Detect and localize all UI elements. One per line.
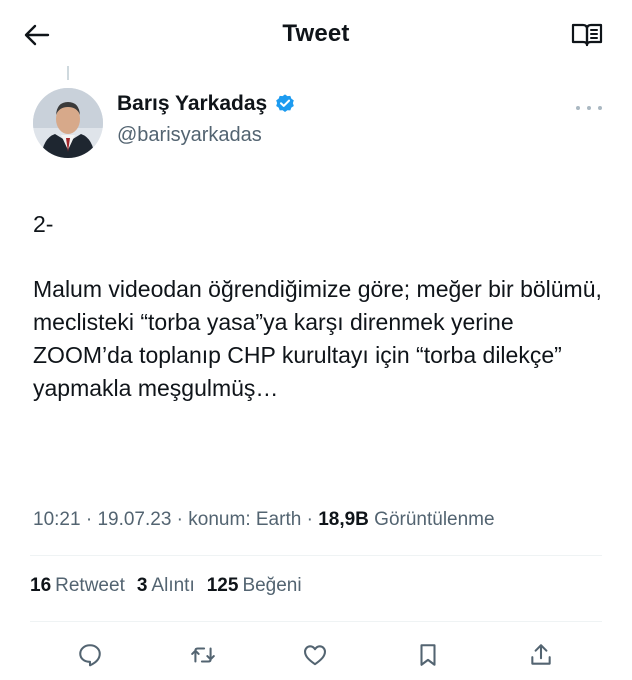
author-handle[interactable]: @barisyarkadas (117, 124, 296, 147)
tweet-paragraph: Malum videodan öğrendiğimize göre; meğer… (33, 276, 602, 401)
more-options-button[interactable] (576, 102, 602, 114)
retweets-count: 16 (30, 575, 52, 596)
top-bar: Tweet (0, 0, 632, 72)
views-count: 18,9B (318, 509, 369, 530)
likes-count: 125 (206, 575, 239, 596)
engagement-stats: 16 Retweet 3 Alıntı 125 Beğeni (30, 575, 302, 597)
book-open-icon (571, 23, 603, 47)
retweet-button[interactable] (186, 638, 220, 672)
author-name[interactable]: Barış Yarkadaş (117, 92, 267, 116)
tweet-text: 2- Malum videodan öğrendiğimize göre; me… (33, 208, 603, 405)
share-button[interactable] (524, 638, 558, 672)
reply-button[interactable] (73, 638, 107, 672)
divider (30, 621, 602, 622)
tweet-author: Barış Yarkadaş @barisyarkadas (117, 92, 296, 147)
quotes-stat[interactable]: 3 Alıntı (137, 575, 195, 597)
divider (30, 555, 602, 556)
likes-label: Beğeni (242, 575, 302, 596)
author-name-row: Barış Yarkadaş (117, 92, 296, 116)
bookmark-button[interactable] (411, 638, 445, 672)
retweets-stat[interactable]: 16 Retweet (30, 575, 125, 597)
like-button[interactable] (298, 638, 332, 672)
retweet-icon (191, 647, 215, 663)
more-dot-icon (598, 106, 602, 110)
tweet-date[interactable]: 19.07.23 (97, 509, 171, 530)
quotes-count: 3 (136, 575, 148, 596)
likes-stat[interactable]: 125 Beğeni (207, 575, 302, 597)
page-title: Tweet (282, 20, 350, 47)
bookmark-icon (420, 644, 436, 666)
retweets-label: Retweet (55, 575, 125, 596)
action-bar (0, 634, 632, 672)
tweet-time[interactable]: 10:21 (33, 509, 81, 530)
tweet-meta: 10:21 · 19.07.23 · konum: Earth · 18,9B … (33, 509, 495, 531)
verified-badge-icon (276, 94, 295, 112)
share-icon (531, 644, 551, 665)
profile-photo (33, 88, 103, 158)
more-dot-icon (576, 106, 580, 110)
meta-separator: · (80, 509, 98, 530)
meta-separator: · (171, 509, 189, 530)
avatar[interactable] (33, 88, 103, 158)
tweet-paragraph: 2- (33, 211, 54, 237)
quotes-label: Alıntı (151, 575, 195, 596)
tweet-location: konum: Earth (188, 509, 302, 530)
reader-mode-button[interactable] (570, 20, 604, 50)
views-label: Görüntülenme (374, 509, 495, 530)
more-dot-icon (587, 106, 591, 110)
reply-icon (79, 644, 101, 667)
like-icon (304, 645, 326, 666)
thread-connector-line (67, 66, 69, 80)
meta-separator: · (301, 509, 319, 530)
